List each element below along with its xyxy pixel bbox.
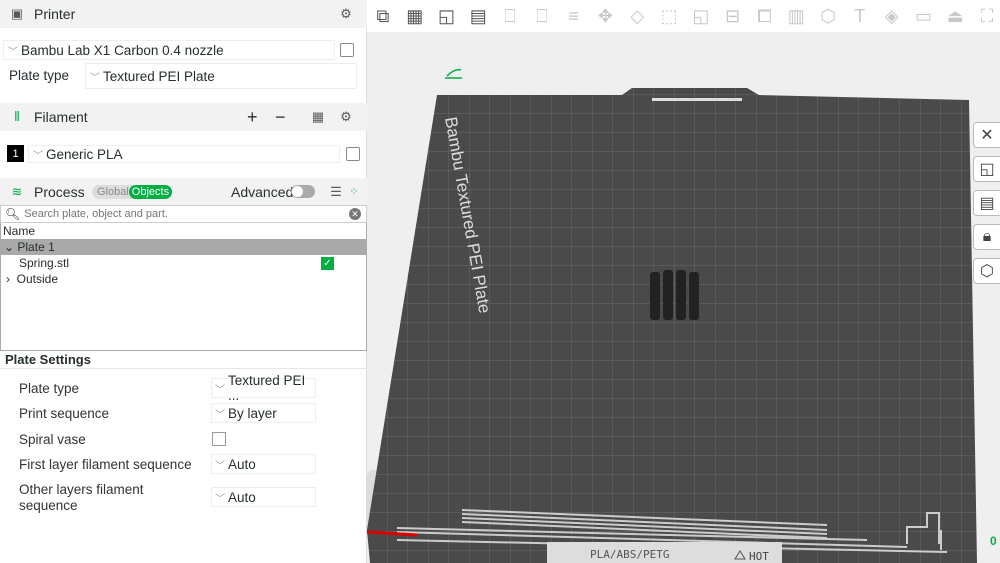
process-header: ≋ Process Global Objects Advanced ☰ ⁘: [0, 178, 367, 205]
first-layer-sequence-label: First layer filament sequence: [19, 457, 192, 472]
list-view-icon[interactable]: ☰: [327, 183, 345, 201]
printer-preset-select[interactable]: ﹀ Bambu Lab X1 Carbon 0.4 nozzle: [3, 40, 335, 60]
tree-row-object[interactable]: Spring.stl ✓: [1, 255, 366, 271]
plate-arrange-icon[interactable]: ▤: [973, 190, 1000, 216]
remove-filament-button[interactable]: −: [275, 107, 286, 128]
tree-row-outside[interactable]: › Outside: [1, 271, 366, 287]
tree-row-plate[interactable]: ⌄ Plate 1: [1, 239, 366, 255]
global-objects-toggle[interactable]: Global Objects: [92, 185, 173, 199]
object-tree: Name ⌄ Plate 1 Spring.stl ✓ › Outside: [0, 223, 367, 351]
outside-name: Outside: [16, 272, 59, 286]
axis-label: 0: [990, 534, 997, 548]
printer-title: Printer: [34, 6, 76, 22]
object-view-icon[interactable]: ⁘: [345, 183, 363, 201]
edit-printer-icon[interactable]: [340, 43, 354, 57]
object-visible-checkbox[interactable]: ✓: [321, 257, 334, 270]
spiral-vase-checkbox[interactable]: [212, 432, 226, 446]
plate-type-label: Plate type: [9, 68, 70, 83]
divider: [0, 368, 367, 369]
plate-type-setting-value: Textured PEI ...: [228, 373, 306, 403]
search-input[interactable]: [24, 208, 345, 220]
objects-option[interactable]: Objects: [128, 185, 173, 199]
tree-column-name: Name: [3, 224, 36, 238]
expand-chevron-icon[interactable]: ⌄: [4, 240, 17, 254]
filament-header: ⦀ Filament + − ▦ ⚙: [0, 103, 367, 131]
collapse-chevron-icon[interactable]: ›: [6, 272, 17, 286]
plate-type-setting-label: Plate type: [19, 381, 80, 396]
filament-preset-value: Generic PLA: [46, 146, 123, 162]
first-layer-sequence-value: Auto: [228, 456, 256, 472]
object-name: Spring.stl: [19, 256, 70, 270]
other-layers-sequence-label: Other layers filament sequence: [19, 482, 144, 513]
printer-settings-gear-icon[interactable]: ⚙: [337, 5, 355, 23]
print-sequence-select[interactable]: ﹀ By layer: [211, 403, 316, 423]
filament-preset-select[interactable]: ﹀ Generic PLA: [28, 145, 340, 163]
printer-preset-value: Bambu Lab X1 Carbon 0.4 nozzle: [21, 42, 224, 58]
plate-side-toolbar: ✕ ◱ ▤ 🔒︎ ⬡: [973, 122, 1000, 292]
plate-name: Plate 1: [17, 240, 55, 254]
build-plate: Bambu Textured PEI Plate PLA/ABS/PETG HO…: [367, 68, 997, 563]
bed-footer-label: PLA/ABS/PETG: [590, 548, 669, 561]
plate-type-select[interactable]: ﹀ Textured PEI Plate: [85, 63, 357, 89]
other-layers-sequence-select[interactable]: ﹀ Auto: [211, 487, 316, 507]
first-layer-sequence-select[interactable]: ﹀ Auto: [211, 454, 316, 474]
advanced-toggle[interactable]: [291, 185, 315, 198]
sidebar: ▣ Printer ⚙ ﹀ Bambu Lab X1 Carbon 0.4 noz…: [0, 0, 367, 563]
plate-type-value: Textured PEI Plate: [103, 68, 215, 84]
close-plate-icon[interactable]: ✕: [973, 122, 1000, 148]
spiral-vase-label: Spiral vase: [19, 432, 86, 447]
plate-edit-icon: [445, 68, 462, 79]
filament-settings-gear-icon[interactable]: ⚙: [337, 108, 355, 126]
plate-orient-icon[interactable]: ◱: [973, 156, 1000, 182]
print-sequence-label: Print sequence: [19, 406, 110, 421]
plate-settings-title: Plate Settings: [5, 352, 91, 369]
filament-color-swatch[interactable]: 1: [7, 145, 24, 162]
process-layers-icon: ≋: [11, 183, 23, 199]
process-title: Process: [34, 183, 85, 200]
3d-viewport[interactable]: ⧉ ▦ ◱ ▤ ⎕ ⎕ ≡ ✥ ◇ ⬚ ◱ ⊟ ⧠ ▥ ⬡ T ◈ ▭ ⏏ ⛶: [367, 0, 1000, 563]
edit-filament-icon[interactable]: [346, 147, 360, 161]
plate-type-setting-select[interactable]: ﹀ Textured PEI ...: [211, 373, 316, 403]
clear-search-icon[interactable]: ✕: [349, 208, 361, 220]
filament-sync-icon[interactable]: ▦: [309, 108, 327, 126]
other-layers-sequence-value: Auto: [228, 489, 256, 505]
global-option[interactable]: Global: [92, 186, 129, 198]
print-sequence-value: By layer: [228, 405, 277, 421]
search-icon: 🔍︎: [5, 207, 21, 221]
lock-plate-icon[interactable]: 🔒︎: [973, 224, 1000, 250]
filament-icon: ⦀: [14, 109, 20, 124]
printer-header: ▣ Printer ⚙: [0, 0, 367, 28]
advanced-label: Advanced: [231, 183, 294, 200]
add-filament-button[interactable]: +: [247, 107, 258, 128]
filament-title: Filament: [34, 109, 88, 125]
printer-icon: ▣: [10, 6, 24, 21]
search-box[interactable]: 🔍︎ ✕: [0, 205, 367, 223]
hot-label: HOT: [749, 550, 769, 563]
plate-settings-icon[interactable]: ⬡: [973, 258, 1000, 284]
